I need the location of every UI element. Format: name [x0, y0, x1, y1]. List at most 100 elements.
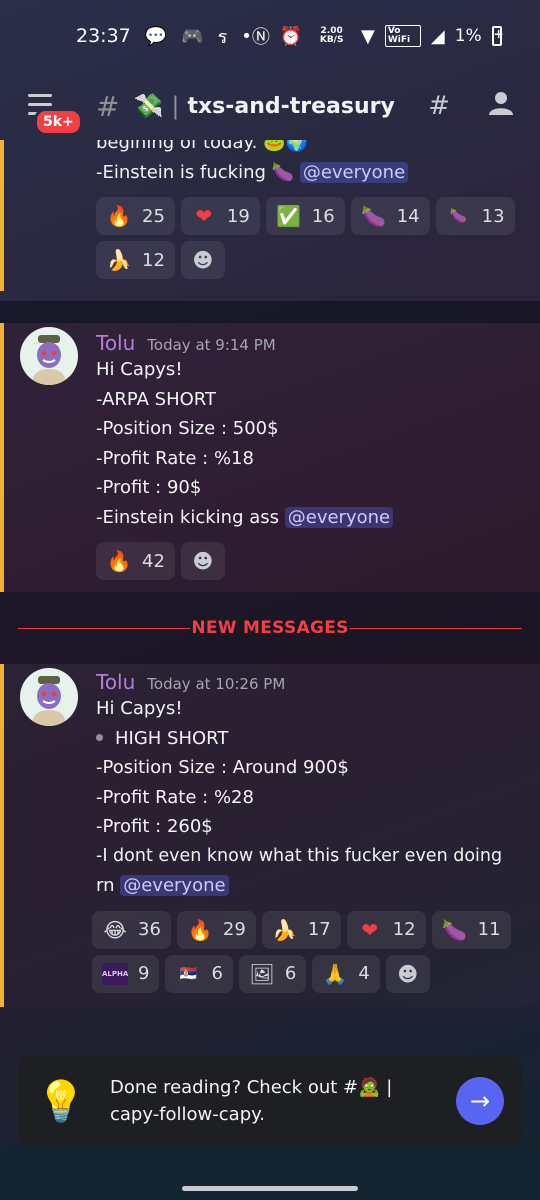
hash-icon: # — [96, 89, 120, 123]
reaction-count: 25 — [142, 205, 165, 227]
reaction[interactable]: 🇷🇸 6 — [165, 954, 233, 993]
avatar[interactable] — [20, 668, 78, 726]
custom-emoji-icon: 🖼 — [249, 961, 275, 986]
add-reaction-button[interactable]: ☻ — [180, 542, 225, 580]
reaction-count: 13 — [481, 205, 505, 227]
add-reaction-icon: ☻ — [397, 961, 419, 986]
reaction[interactable]: ✅ 16 — [265, 197, 345, 235]
mention[interactable]: @everyone — [120, 875, 229, 896]
reaction[interactable]: 🖼 6 — [238, 954, 307, 993]
message-line: begining of today. 🐸🌍 — [96, 140, 520, 158]
unread-badge: 5k+ — [34, 108, 83, 136]
reactions: 🔥 42 ☻ — [96, 542, 520, 580]
check-icon: ✅ — [276, 204, 302, 228]
clock: 23:37 — [76, 25, 131, 47]
add-reaction-icon: ☻ — [192, 549, 214, 573]
message-line: rn @everyone — [96, 871, 520, 901]
reaction-count: 42 — [142, 550, 165, 572]
message: Tolu Today at 9:14 PM Hi Capys! -ARPA SH… — [0, 323, 540, 592]
reaction-count: 6 — [211, 963, 223, 984]
heart-icon: ❤ — [361, 917, 379, 942]
reaction-count: 36 — [138, 919, 161, 940]
reaction[interactable]: ❤ 12 — [346, 910, 426, 949]
author-name[interactable]: Tolu — [96, 331, 135, 355]
banana-icon: 🍌 — [106, 248, 132, 272]
add-reaction-button[interactable]: ☻ — [385, 954, 430, 993]
wifi-icon: ▼ — [360, 25, 375, 47]
go-to-channel-button[interactable]: → — [456, 1077, 504, 1125]
vowifi-icon: Vo WiFi — [384, 25, 421, 47]
pray-icon: 🙏 — [322, 961, 348, 986]
reaction[interactable]: 🔥 42 — [96, 542, 175, 580]
message-line: -Profit Rate : %18 — [96, 447, 254, 469]
message-line: -ARPA SHORT — [96, 388, 216, 410]
reaction-count: 11 — [477, 919, 501, 940]
reaction[interactable]: 🔥 29 — [176, 910, 256, 949]
reaction[interactable]: 🍌 12 — [96, 241, 175, 279]
discord-notification-icon: 🎮 — [181, 25, 204, 47]
alarm-icon: ⏰ — [279, 25, 303, 47]
app-notification-icon: ร — [217, 26, 228, 48]
eggplant-icon: 🍆 — [442, 917, 468, 942]
message-line: -Position Size : 500$ — [96, 418, 279, 439]
message-line: -Profit : 90$ — [96, 477, 202, 498]
chat-notification-icon: 💬 — [144, 25, 168, 47]
reactions: 😂 36 🔥 29 🍌 17 ❤ 12 🍆 11 ALPHA 9 🇷🇸 6 🖼 6 🙏 4 ☻ — [92, 910, 520, 993]
fire-icon: 🔥 — [106, 549, 132, 573]
fire-icon: 🔥 — [106, 204, 132, 228]
reaction-count: 17 — [307, 919, 331, 940]
unread-bar — [0, 140, 4, 291]
reaction[interactable]: 🍆 14 — [350, 197, 430, 235]
mention[interactable]: @everyone — [299, 161, 409, 183]
message-line: -Einstein is fucking 🍆 @everyone — [96, 158, 520, 188]
reaction-count: 12 — [142, 249, 165, 271]
reaction[interactable]: 🍆 13 — [435, 197, 515, 235]
author-name[interactable]: Tolu — [96, 670, 135, 694]
reaction[interactable]: 🙏 4 — [312, 954, 380, 993]
alpha-emoji-icon: ALPHA — [102, 962, 128, 985]
fire-icon: 🔥 — [187, 917, 213, 942]
reaction-count: 29 — [222, 919, 246, 940]
menu-button[interactable]: 5k+ — [24, 86, 84, 136]
mention[interactable]: @everyone — [284, 506, 394, 528]
status-bar: 23:37 💬 🎮 ร • Ⓝ ⏰ 2.00 KB/S ▼ Vo WiFi ◢ … — [0, 0, 540, 72]
reaction-count: 16 — [311, 205, 335, 227]
dot-icon: • — [241, 25, 252, 47]
reactions: 🔥 25 ❤ 19 ✅ 16 🍆 14 🍆 13 🍌 12 ☻ — [96, 197, 520, 279]
timestamp: Today at 10:26 PM — [147, 675, 286, 693]
new-messages-label: NEW MESSAGES — [191, 618, 349, 638]
channel-header: 5k+ # 💸 | txs-and-treasury # — [0, 72, 540, 140]
reaction[interactable]: 🍌 17 — [261, 910, 341, 949]
reaction[interactable]: 🍆 11 — [431, 910, 511, 949]
unread-bar — [0, 323, 4, 592]
reaction[interactable]: 🔥 25 — [96, 197, 175, 235]
reaction[interactable]: ALPHA 9 — [92, 954, 160, 993]
message-gap — [0, 301, 540, 323]
emoji-image: 🐸🌍 — [263, 140, 308, 153]
avatar[interactable] — [20, 327, 78, 385]
eggplant-emoji: 🍆 — [271, 161, 295, 183]
message-line: HIGH SHORT — [96, 724, 520, 754]
channel-name[interactable]: txs-and-treasury — [187, 94, 394, 119]
members-icon[interactable] — [486, 90, 516, 123]
message-line: -Position Size : Around 900$ — [96, 757, 349, 778]
reaction[interactable]: 😂 36 — [92, 910, 171, 949]
reaction[interactable]: ❤ 19 — [180, 197, 260, 235]
done-reading-card[interactable]: 💡 Done reading? Check out #🧟 | capy-foll… — [18, 1056, 522, 1146]
message-list[interactable]: begining of today. 🐸🌍 -Einstein is fucki… — [0, 140, 540, 1056]
done-reading-text: Done reading? Check out #🧟 | capy-follow… — [110, 1074, 456, 1128]
timestamp: Today at 9:14 PM — [147, 336, 276, 354]
eggplant-icon: 🍆 — [361, 204, 387, 228]
new-messages-divider: NEW MESSAGES — [0, 592, 540, 664]
reaction-count: 4 — [358, 963, 370, 984]
done-reading-line: Done reading? Check out #🧟 | — [110, 1077, 393, 1098]
separator: | — [171, 92, 180, 120]
bottom-background — [0, 1146, 540, 1200]
add-reaction-icon: ☻ — [192, 248, 214, 272]
gesture-bar[interactable] — [182, 1186, 358, 1191]
battery-percent: 1% — [454, 26, 482, 46]
add-reaction-button[interactable]: ☻ — [180, 241, 225, 279]
joy-icon: 😂 — [103, 917, 127, 942]
threads-icon[interactable]: # — [428, 91, 450, 121]
message: Tolu Today at 10:26 PM Hi Capys! HIGH SH… — [0, 664, 540, 1007]
